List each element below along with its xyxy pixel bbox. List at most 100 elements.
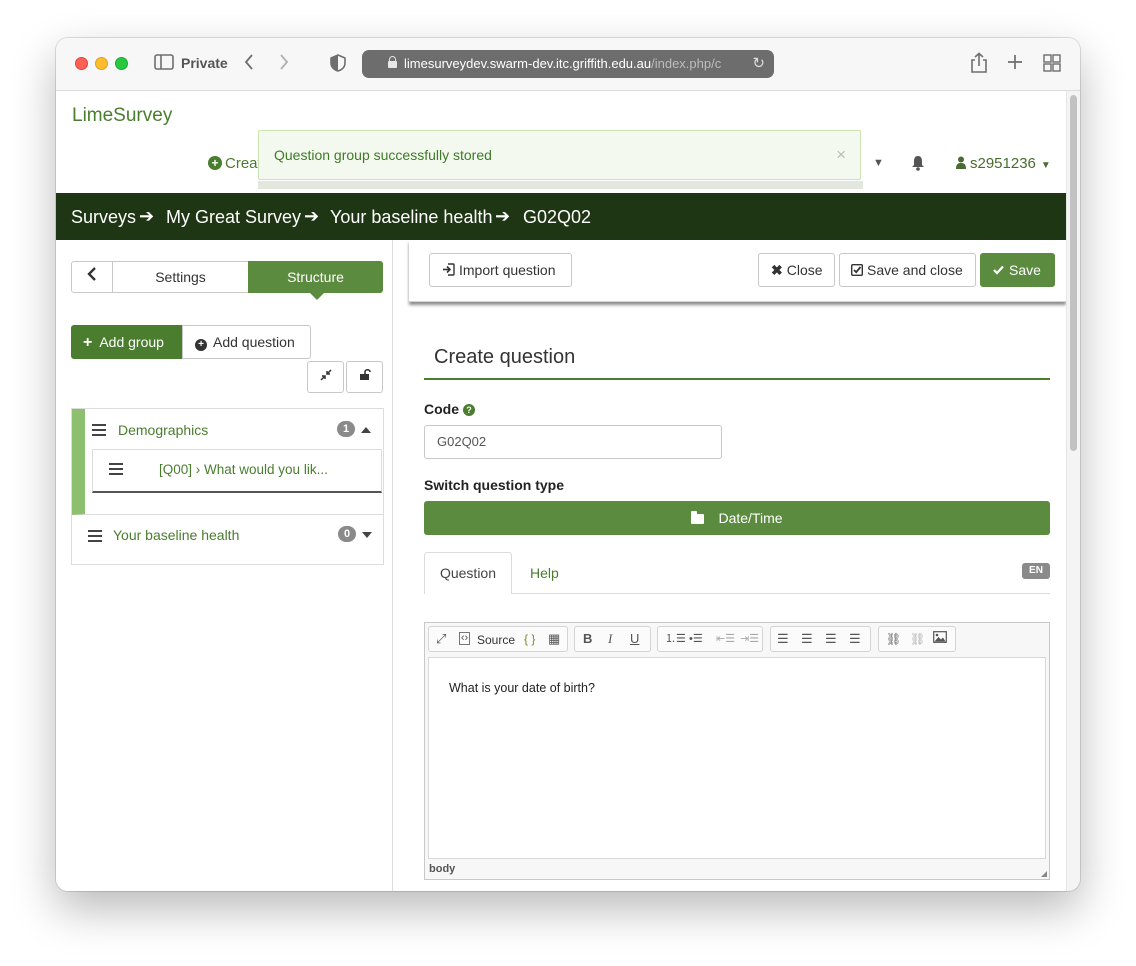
source-button[interactable]: Source xyxy=(477,632,515,648)
user-icon xyxy=(956,156,966,169)
breadcrumb-surveys[interactable]: Surveys xyxy=(71,207,136,228)
language-badge: EN xyxy=(1022,563,1050,579)
checkbox-icon xyxy=(850,263,864,277)
compress-icon xyxy=(319,369,332,381)
save-and-close-button[interactable]: Save and close xyxy=(839,253,976,287)
breadcrumb-group[interactable]: Your baseline health xyxy=(330,207,492,228)
add-group-button[interactable]: + Add group xyxy=(71,325,183,359)
arrow-right-icon: ➔ xyxy=(495,206,511,226)
arrow-right-icon: ➔ xyxy=(139,206,155,226)
collapse-group-icon[interactable] xyxy=(361,427,371,433)
tab-overview-icon[interactable] xyxy=(1043,54,1061,77)
new-tab-icon[interactable] xyxy=(1006,53,1024,76)
page-scrollbar[interactable] xyxy=(1066,91,1080,891)
structure-sidebar: Settings Structure + Add group + Add quest… xyxy=(56,240,393,891)
switch-type-label: Switch question type xyxy=(424,477,565,493)
success-alert: Question group successfully stored × xyxy=(258,130,861,180)
reload-icon[interactable]: ↻ xyxy=(752,54,765,72)
share-icon[interactable] xyxy=(970,52,988,79)
question-text[interactable]: What is your date of birth? xyxy=(449,681,595,695)
unlink-icon[interactable]: ⛓ xyxy=(910,631,925,647)
expression-icon[interactable]: { } xyxy=(524,631,535,647)
indent-icon[interactable]: ⇥☰ xyxy=(740,631,759,647)
maximize-icon[interactable]: ⤢ xyxy=(436,631,446,647)
drag-handle-icon[interactable] xyxy=(88,530,102,542)
grid-icon[interactable]: ▦ xyxy=(548,631,560,647)
image-icon[interactable] xyxy=(933,631,947,647)
tab-help[interactable]: Help xyxy=(530,565,559,581)
tab-settings[interactable]: Settings xyxy=(113,261,249,293)
editor-content-area[interactable]: What is your date of birth? xyxy=(428,657,1046,859)
question-count-badge: 0 xyxy=(338,526,356,542)
group-demographics[interactable]: Demographics 1 [Q00] › What would you li… xyxy=(72,409,383,515)
zoom-window-button[interactable] xyxy=(115,57,128,70)
outdent-icon[interactable]: ⇤☰ xyxy=(716,631,735,647)
collapse-sidebar-button[interactable] xyxy=(71,261,113,293)
code-field[interactable]: G02Q02 xyxy=(424,425,722,459)
add-question-button[interactable]: + Add question xyxy=(182,325,311,359)
plus-icon: + xyxy=(83,334,93,351)
bold-icon[interactable]: B xyxy=(583,631,592,647)
privacy-shield-icon[interactable] xyxy=(330,54,346,77)
group-name[interactable]: Demographics xyxy=(118,422,208,438)
user-caret-icon: ▼ xyxy=(1040,160,1051,171)
brand-logo[interactable]: LimeSurvey xyxy=(72,105,172,127)
question-item[interactable]: [Q00] › What would you lik... xyxy=(92,449,382,493)
scrollbar-thumb[interactable] xyxy=(1070,95,1077,451)
import-icon xyxy=(443,263,455,276)
unlock-icon xyxy=(359,368,371,380)
link-icon[interactable]: ⛓ xyxy=(886,631,901,647)
action-bar: Import question ✖ Close Save and close Sa… xyxy=(409,240,1066,302)
help-icon[interactable]: ? xyxy=(463,404,475,416)
user-menu[interactable]: s2951236 ▼ xyxy=(956,155,1051,172)
collapse-all-button[interactable] xyxy=(307,361,344,393)
plus-circle-icon: + xyxy=(208,156,222,170)
back-arrow-icon[interactable] xyxy=(243,53,255,76)
drag-handle-icon[interactable] xyxy=(92,424,106,436)
source-icon[interactable]: ‹› xyxy=(459,632,470,645)
close-icon: ✖ xyxy=(771,262,783,278)
alert-close-button[interactable]: × xyxy=(836,145,846,165)
create-survey-link[interactable]: + Creat xyxy=(208,155,262,172)
breadcrumb-question: G02Q02 xyxy=(523,207,592,227)
browser-window: Private limesurveydev.swarm-dev.itc.grif… xyxy=(56,38,1080,891)
forward-arrow-icon[interactable] xyxy=(278,53,290,76)
tab-structure[interactable]: Structure xyxy=(248,261,383,300)
editor-group-lists: ⒈☰ •☰ ⇤☰ ⇥☰ xyxy=(657,626,763,652)
question-label[interactable]: [Q00] › What would you lik... xyxy=(159,462,328,477)
minimize-window-button[interactable] xyxy=(95,57,108,70)
expand-group-icon[interactable] xyxy=(362,532,372,538)
question-editor-panel: Import question ✖ Close Save and close Sa… xyxy=(404,240,1066,891)
unlock-button[interactable] xyxy=(346,361,383,393)
group-name[interactable]: Your baseline health xyxy=(113,527,239,543)
justify-icon[interactable]: ☰ xyxy=(849,631,861,647)
italic-icon[interactable]: I xyxy=(608,631,612,647)
align-left-icon[interactable]: ☰ xyxy=(777,631,789,647)
underline-icon[interactable]: U xyxy=(630,631,639,647)
import-question-button[interactable]: Import question xyxy=(429,253,572,287)
sidebar-toggle-icon[interactable] xyxy=(154,54,174,75)
tab-question[interactable]: Question xyxy=(424,552,512,594)
folder-open-icon xyxy=(691,511,705,524)
close-button[interactable]: ✖ Close xyxy=(758,253,835,287)
close-window-button[interactable] xyxy=(75,57,88,70)
page-title: Create question xyxy=(434,346,576,368)
bulleted-list-icon[interactable]: •☰ xyxy=(689,631,703,647)
numbered-list-icon[interactable]: ⒈☰ xyxy=(665,631,686,647)
question-type-button[interactable]: Date/Time xyxy=(424,501,1050,535)
breadcrumb: Surveys ➔ My Great Survey ➔ Your baselin… xyxy=(56,193,1066,240)
arrow-right-icon: ➔ xyxy=(304,206,320,226)
lock-icon xyxy=(388,56,397,68)
element-path[interactable]: body xyxy=(429,863,455,875)
align-center-icon[interactable]: ☰ xyxy=(801,631,813,647)
drag-handle-icon[interactable] xyxy=(109,463,123,475)
resize-handle-icon[interactable] xyxy=(1041,871,1047,877)
breadcrumb-survey[interactable]: My Great Survey xyxy=(166,207,301,228)
notification-bell-icon[interactable] xyxy=(911,155,925,175)
alert-shadow xyxy=(258,181,863,189)
dropdown-caret-icon[interactable]: ▼ xyxy=(873,157,884,169)
address-bar[interactable]: limesurveydev.swarm-dev.itc.griffith.edu… xyxy=(362,50,774,78)
title-underline xyxy=(424,378,1050,380)
align-right-icon[interactable]: ☰ xyxy=(825,631,837,647)
save-button[interactable]: Save xyxy=(980,253,1055,287)
